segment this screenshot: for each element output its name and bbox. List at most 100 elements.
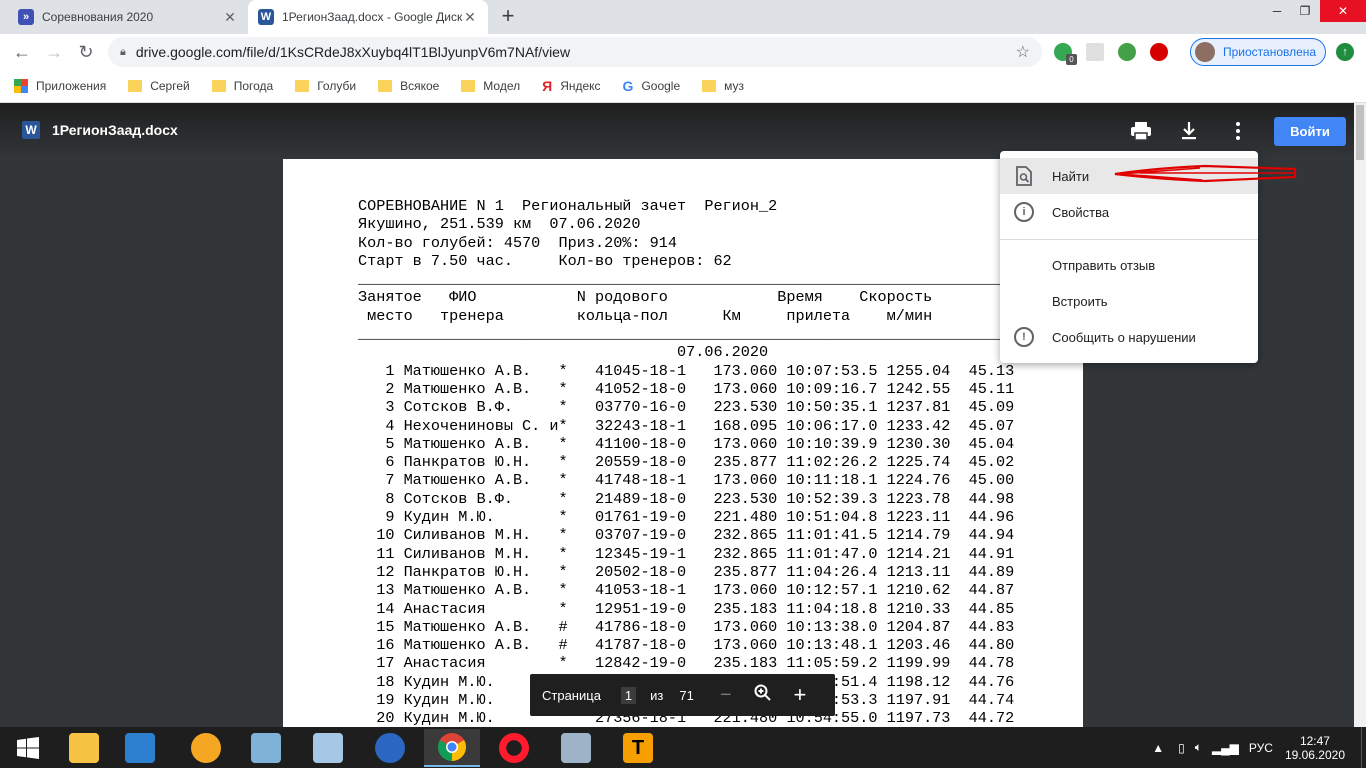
menu-item-properties[interactable]: i Свойства — [1000, 194, 1258, 230]
forward-button[interactable]: → — [42, 40, 66, 64]
opera-icon[interactable] — [486, 729, 542, 767]
start-button[interactable] — [0, 729, 56, 767]
show-hidden-icons[interactable]: ▲ — [1152, 741, 1164, 755]
bookmark-apps[interactable]: Приложения — [14, 79, 106, 93]
menu-item-report[interactable]: ! Сообщить о нарушении — [1000, 319, 1258, 355]
paint-icon[interactable] — [300, 729, 356, 767]
table-row: 10 Силиванов М.Н. * 03707-19-0 232.865 1… — [358, 526, 1015, 545]
page-number-input[interactable]: 1 — [620, 686, 637, 704]
clock-time: 12:47 — [1299, 733, 1330, 748]
scrollbar[interactable] — [1354, 103, 1366, 727]
notepad-icon[interactable] — [238, 729, 294, 767]
table-row: 13 Матюшенко А.В. * 41053-18-1 173.060 1… — [358, 581, 1015, 600]
fl-studio-icon[interactable] — [178, 729, 234, 767]
browser-toolbar: ← → ↻ 🔒︎ drive.google.com/file/d/1KsCRde… — [0, 34, 1366, 70]
folder-icon — [378, 80, 393, 92]
signin-button[interactable]: Войти — [1274, 117, 1346, 146]
word-icon: W — [22, 121, 40, 139]
document-page: СОРЕВНОВАНИЕ N 1 Региональный зачет Реги… — [283, 159, 1083, 727]
media-player-icon[interactable] — [112, 729, 168, 767]
bookmark-google[interactable]: G Google — [623, 78, 681, 94]
table-row: 4 Нехочениновы С. и* 32243-18-1 168.095 … — [358, 416, 1015, 435]
bookmark-label: Погода — [233, 79, 274, 93]
document-title: 1РегионЗаад.docx — [52, 122, 178, 138]
yandex-icon: Я — [542, 78, 553, 94]
bookmark-vsyakoe[interactable]: Всякое — [378, 79, 439, 93]
avatar — [1195, 42, 1215, 62]
adblock-icon[interactable] — [1150, 43, 1168, 61]
show-desktop-button[interactable] — [1361, 727, 1366, 768]
bookmark-label: Сергей — [150, 79, 190, 93]
profile-label: Приостановлена — [1223, 45, 1317, 59]
table-row: 3 Сотсков В.Ф. * 03770-16-0 223.530 10:5… — [358, 398, 1015, 417]
date-line: 07.06.2020 — [358, 343, 769, 362]
tab-sorevnovaniya[interactable]: » Соревнования 2020 ✕ — [8, 0, 248, 34]
battery-icon[interactable]: ▯ — [1178, 741, 1185, 755]
language-indicator[interactable]: РУС — [1249, 741, 1273, 755]
find-icon — [1014, 166, 1034, 186]
zoom-in-icon[interactable]: + — [794, 682, 807, 708]
more-options-icon[interactable] — [1225, 118, 1251, 144]
zoom-icon[interactable] — [754, 684, 772, 707]
bookmark-model[interactable]: Модел — [461, 79, 520, 93]
scrollbar-thumb[interactable] — [1356, 105, 1364, 160]
table-row: 15 Матюшенко А.В. # 41786-18-0 173.060 1… — [358, 617, 1015, 636]
close-tab-icon[interactable]: ✕ — [462, 9, 478, 25]
page-total: 71 — [679, 687, 694, 703]
bookmark-yandex[interactable]: Я Яндекс — [542, 78, 600, 94]
reload-button[interactable]: ↻ — [74, 40, 98, 64]
tab-document[interactable]: W 1РегионЗаад.docx - Google Диск ✕ — [248, 0, 488, 34]
table-row: 11 Силиванов М.Н. * 12345-19-1 232.865 1… — [358, 544, 1015, 563]
bookmark-star-icon[interactable]: ☆ — [1016, 42, 1030, 62]
thunderbird-icon[interactable] — [362, 729, 418, 767]
menu-label: Отправить отзыв — [1052, 257, 1156, 273]
print-icon[interactable] — [1128, 118, 1154, 144]
bookmark-muz[interactable]: муз — [702, 79, 744, 93]
calculator-icon[interactable] — [548, 729, 604, 767]
bookmark-label: Приложения — [36, 79, 107, 93]
volume-icon[interactable]: 🔈︎ — [1195, 740, 1202, 755]
new-tab-button[interactable]: + — [496, 5, 520, 29]
system-tray: ▲ ▯ 🔈︎ ▂▄▆ РУС 12:47 19.06.2020 — [1152, 727, 1366, 768]
rule: ________________________________________… — [358, 325, 1006, 344]
bookmark-label: Всякое — [400, 79, 440, 93]
table-row: 9 Кудин М.Ю. * 01761-19-0 221.480 10:51:… — [358, 508, 1015, 527]
header-line: Старт в 7.50 час. Кол-во тренеров: 62 — [358, 251, 732, 270]
app-t-icon[interactable]: T — [610, 729, 666, 767]
bookmark-label: муз — [724, 79, 745, 93]
folder-icon — [211, 80, 226, 92]
bookmark-golubi[interactable]: Голуби — [295, 79, 356, 93]
header-line: СОРЕВНОВАНИЕ N 1 Региональный зачет Реги… — [358, 197, 778, 215]
column-header: место тренера кольца-пол Км прилета м/ми… — [358, 306, 933, 325]
table-row: 12 Панкратов Ю.Н. * 20502-18-0 235.877 1… — [358, 562, 1015, 581]
table-row: 5 Матюшенко А.В. * 41100-18-0 173.060 10… — [358, 434, 1015, 453]
folder-icon — [461, 80, 476, 92]
profile-button[interactable]: Приостановлена — [1190, 38, 1326, 66]
clock[interactable]: 12:47 19.06.2020 — [1285, 734, 1345, 762]
menu-item-embed[interactable]: Встроить — [1000, 283, 1258, 319]
menu-item-feedback[interactable]: Отправить отзыв — [1000, 247, 1258, 283]
extension-generic-icon[interactable] — [1086, 43, 1104, 61]
close-tab-icon[interactable]: ✕ — [222, 9, 238, 25]
clock-date: 19.06.2020 — [1284, 747, 1345, 762]
extension-leaf-icon[interactable] — [1118, 43, 1136, 61]
bookmark-sergey[interactable]: Сергей — [128, 79, 190, 93]
bookmark-label: Google — [641, 79, 681, 93]
table-row: 8 Сотсков В.Ф. * 21489-18-0 223.530 10:5… — [358, 489, 1015, 508]
table-row: 16 Матюшенко А.В. # 41787-18-0 173.060 1… — [358, 636, 1015, 655]
table-row: 2 Матюшенко А.В. * 41052-18-0 173.060 10… — [358, 379, 1015, 398]
chrome-icon[interactable] — [424, 729, 480, 767]
network-icon[interactable]: ▂▄▆ — [1212, 741, 1239, 755]
bookmark-label: Модел — [483, 79, 521, 93]
back-button[interactable]: ← — [10, 40, 34, 64]
file-explorer-icon[interactable] — [56, 729, 112, 767]
column-header: Занятое ФИО N родового Время Скорость — [358, 288, 933, 307]
window-close-button[interactable]: ✕ — [1320, 0, 1366, 22]
bookmark-pogoda[interactable]: Погода — [211, 79, 274, 93]
google-sites-icon: » — [18, 9, 34, 25]
address-bar[interactable]: 🔒︎ drive.google.com/file/d/1KsCRdeJ8xXuy… — [108, 37, 1042, 67]
update-icon[interactable]: ↑ — [1336, 43, 1354, 61]
zoom-out-icon[interactable]: − — [720, 684, 732, 707]
table-row: 7 Матюшенко А.В. * 41748-18-1 173.060 10… — [358, 471, 1015, 490]
download-icon[interactable] — [1176, 118, 1202, 144]
